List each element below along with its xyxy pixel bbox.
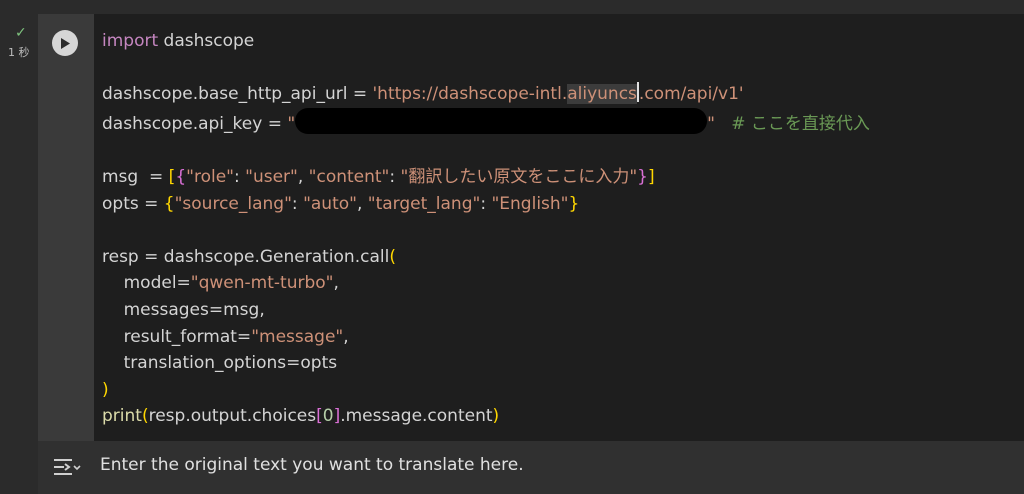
bracket: } — [568, 193, 580, 214]
code-token: translation_options=opts — [102, 353, 338, 374]
bracket: } — [637, 166, 648, 187]
cell-output: Enter the original text you want to tran… — [38, 441, 1024, 494]
redacted-api-key — [295, 107, 708, 134]
code-token: 'https://dashscope-intl. — [372, 84, 568, 105]
code-token: dashscope.api_key = — [102, 113, 288, 134]
code-token: print — [102, 406, 142, 427]
code-token: .com/api/v1' — [638, 84, 744, 105]
code-token: messages=msg, — [102, 299, 265, 320]
code-token: "user" — [245, 166, 298, 187]
code-token: result_format= — [102, 326, 252, 347]
code-token: " — [707, 113, 715, 134]
code-token: , — [333, 273, 339, 294]
code-token: "role" — [186, 166, 234, 187]
code-token: .message.content — [340, 406, 493, 427]
code-token: "content" — [308, 166, 390, 187]
code-token: : — [291, 193, 304, 214]
code-cell: ✓ 1 秒 import dashscope dashscope.base_ht… — [0, 14, 1024, 494]
cell-gutter: ✓ 1 秒 — [0, 14, 38, 494]
bracket: { — [175, 166, 187, 187]
check-icon: ✓ — [15, 25, 27, 41]
code-token: , — [356, 193, 368, 214]
bracket: [ — [316, 406, 323, 427]
code-content[interactable]: import dashscope dashscope.base_http_api… — [102, 28, 870, 430]
code-token: dashscope.base_http_api_url = — [102, 84, 373, 105]
bracket: ( — [389, 246, 396, 267]
output-text: Enter the original text you want to tran… — [100, 455, 524, 475]
code-token: 0 — [322, 406, 334, 427]
code-token: "source_lang" — [174, 193, 292, 214]
code-token: "message" — [251, 326, 344, 347]
code-token: "翻訳したい原文をここに入力" — [400, 166, 638, 187]
run-cell-button[interactable] — [52, 30, 78, 56]
code-token: : — [480, 193, 492, 214]
bracket: ) — [102, 379, 109, 400]
code-token: model= — [102, 273, 191, 294]
code-token: , — [343, 326, 349, 347]
bracket: ] — [648, 166, 655, 187]
code-token: : — [233, 166, 246, 187]
code-token: dashscope — [158, 31, 255, 51]
code-token: "English" — [491, 193, 569, 214]
code-comment: # ここを直接代入 — [731, 113, 870, 134]
code-token: opts = — [102, 193, 164, 214]
code-token: resp.output.choices — [148, 406, 317, 427]
top-bar — [0, 0, 1024, 14]
code-token: resp = dashscope.Generation.call — [102, 246, 390, 267]
code-token: "target_lang" — [367, 193, 481, 214]
code-token: "auto" — [303, 193, 357, 214]
bracket: ( — [141, 406, 149, 427]
code-token: "qwen-mt-turbo" — [190, 273, 334, 294]
code-editor[interactable]: import dashscope dashscope.base_http_api… — [94, 14, 1024, 441]
play-icon — [61, 37, 70, 49]
run-strip — [38, 14, 94, 441]
code-token-selection: aliyuncs — [567, 84, 637, 105]
code-token: msg = — [102, 166, 169, 187]
code-token: : — [389, 166, 401, 187]
output-toggle-icon[interactable] — [52, 455, 82, 479]
bracket: ) — [492, 406, 500, 427]
code-token: import — [102, 31, 159, 51]
bracket: { — [163, 193, 175, 214]
code-token: " — [287, 113, 296, 134]
code-token: , — [297, 166, 309, 187]
execution-time: 1 秒 — [8, 46, 30, 59]
